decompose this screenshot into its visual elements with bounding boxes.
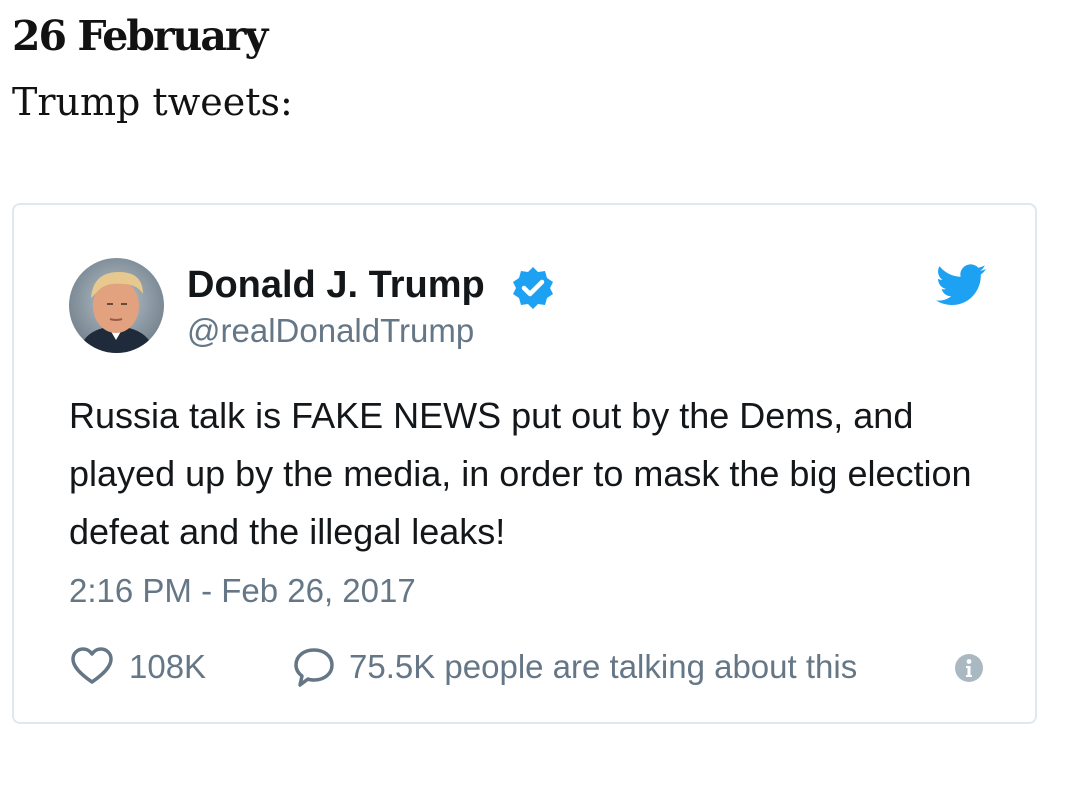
embedded-tweet-card[interactable]: Donald J. Trump @realDonaldTrump Russia … bbox=[12, 203, 1037, 724]
verified-badge-icon bbox=[513, 267, 553, 309]
tweet-actions: 108K 75.5K people are talking about this bbox=[69, 644, 999, 690]
author-name[interactable]: Donald J. Trump bbox=[187, 260, 485, 310]
tweet-text: Russia talk is FAKE NEWS put out by the … bbox=[69, 395, 972, 552]
like-button[interactable]: 108K bbox=[69, 644, 206, 690]
tweet-timestamp[interactable]: 2:16 PM - Feb 26, 2017 bbox=[69, 569, 416, 613]
conversation-link[interactable]: 75.5K people are talking about this bbox=[291, 644, 857, 690]
twitter-bird-icon[interactable] bbox=[936, 264, 986, 306]
author-handle[interactable]: @realDonaldTrump bbox=[187, 309, 474, 353]
heart-icon bbox=[71, 647, 113, 684]
speech-bubble-icon bbox=[294, 648, 334, 687]
post-intro-text: Trump tweets: bbox=[12, 80, 293, 124]
like-count: 108K bbox=[129, 648, 207, 685]
author-avatar[interactable] bbox=[69, 258, 164, 353]
talking-count-text: 75.5K people are talking about this bbox=[349, 648, 858, 685]
post-date-heading: 26 February bbox=[12, 12, 268, 60]
info-icon[interactable] bbox=[954, 653, 984, 683]
avatar-portrait-image bbox=[69, 258, 164, 353]
